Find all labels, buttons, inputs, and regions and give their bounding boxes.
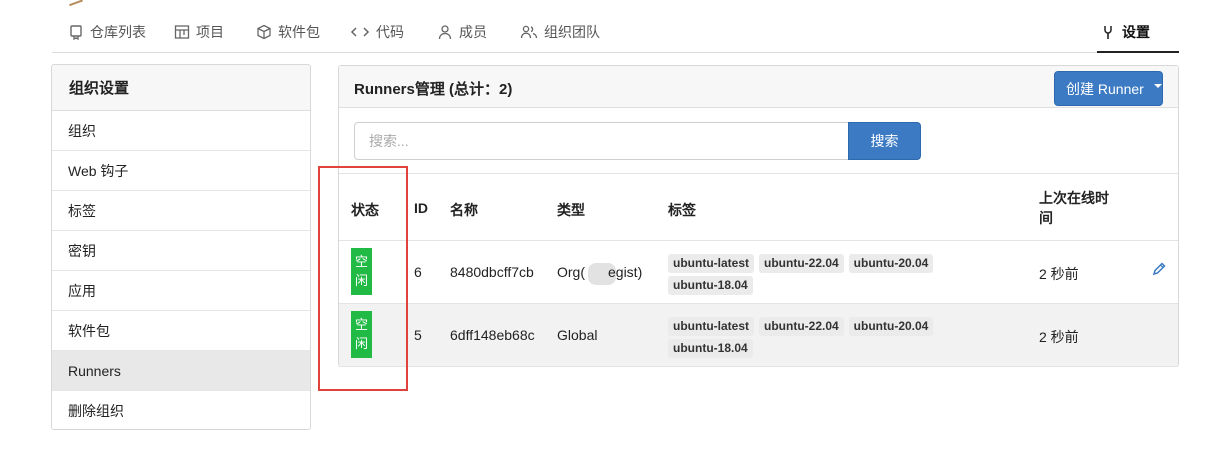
runner-name: 6dff148eb68c [450,327,535,343]
create-runner-button[interactable]: 创建 Runner [1054,71,1163,106]
table-header: 状态 ID 名称 类型 标签 上次在线时间 [339,173,1178,241]
runner-type-suffix: egist) [608,264,643,280]
edit-icon[interactable] [1151,261,1167,277]
runners-panel: Runners管理 (总计：2) 创建 Runner 搜索 状态 ID 名称 类… [338,65,1179,367]
runner-labels: ubuntu-latest ubuntu-22.04 ubuntu-20.04 … [668,317,938,358]
col-id[interactable]: ID [414,200,428,216]
runners-panel-header: Runners管理 (总计：2) 创建 Runner [339,66,1178,108]
sidebar-item-org[interactable]: 组织 [52,111,310,151]
sidebar-item-labels[interactable]: 标签 [52,191,310,231]
nav-repo-list[interactable]: 仓库列表 [68,20,146,44]
runner-name: 8480dbcff7cb [450,264,534,280]
runner-labels: ubuntu-latest ubuntu-22.04 ubuntu-20.04 … [668,254,938,295]
project-icon [174,24,190,40]
nav-projects-label: 项目 [196,24,224,40]
org-top-nav: 仓库列表 项目 软件包 代码 成员 组织团队 设置 [52,0,1179,53]
runner-id: 5 [414,327,422,343]
sidebar-item-secrets[interactable]: 密钥 [52,231,310,271]
create-runner-label: 创建 Runner [1066,80,1144,97]
team-icon [520,24,538,40]
code-icon [350,24,370,40]
nav-code-label: 代码 [376,24,404,40]
col-name[interactable]: 名称 [450,200,478,220]
nav-code[interactable]: 代码 [350,20,404,44]
nav-teams[interactable]: 组织团队 [520,20,600,44]
member-icon [437,24,453,40]
label-tag: ubuntu-22.04 [759,317,844,336]
sidebar-item-delete-org[interactable]: 删除组织 [52,391,310,429]
runner-type: Org( [557,264,585,280]
nav-teams-label: 组织团队 [544,24,600,40]
org-settings-sidebar: 组织设置 组织 Web 钩子 标签 密钥 应用 软件包 Runners 删除组织 [51,64,311,430]
col-labels[interactable]: 标签 [668,200,696,220]
label-tag: ubuntu-latest [668,317,754,336]
sidebar-item-applications[interactable]: 应用 [52,271,310,311]
label-tag: ubuntu-18.04 [668,276,753,295]
logo-fragment [67,0,83,7]
sidebar-item-packages[interactable]: 软件包 [52,311,310,351]
label-tag: ubuntu-18.04 [668,339,753,358]
last-online: 2 秒前 [1039,266,1079,282]
table-row: 空闲 5 6dff148eb68c Global ubuntu-latest u… [339,304,1178,367]
nav-projects[interactable]: 项目 [174,20,224,44]
nav-settings-label: 设置 [1122,24,1150,40]
last-online: 2 秒前 [1039,329,1079,345]
package-icon [256,24,272,40]
label-tag: ubuntu-22.04 [759,254,844,273]
status-column-highlight [318,166,408,391]
label-tag: ubuntu-latest [668,254,754,273]
nav-packages[interactable]: 软件包 [256,20,320,44]
sidebar-title: 组织设置 [52,65,310,111]
caret-down-icon [1153,83,1162,88]
col-last-online[interactable]: 上次在线时间 [1039,188,1119,228]
search-input[interactable] [354,122,850,160]
sidebar-item-runners[interactable]: Runners [52,351,310,391]
col-type[interactable]: 类型 [557,200,585,220]
label-tag: ubuntu-20.04 [848,317,934,336]
repo-list-icon [68,24,84,41]
tool-icon [1100,24,1116,40]
nav-settings[interactable]: 设置 [1100,20,1150,44]
nav-members-label: 成员 [459,24,487,40]
runners-table: 状态 ID 名称 类型 标签 上次在线时间 空闲 6 8480dbcff7cb … [339,173,1178,367]
runners-panel-title: Runners管理 (总计：2) [354,81,513,98]
active-tab-underline [1097,51,1179,53]
table-row: 空闲 6 8480dbcff7cb Org( egist) ubuntu-lat… [339,241,1178,304]
runner-id: 6 [414,264,422,280]
nav-repo-list-label: 仓库列表 [90,24,146,40]
label-tag: ubuntu-20.04 [848,254,934,273]
sidebar-item-webhooks[interactable]: Web 钩子 [52,151,310,191]
nav-members[interactable]: 成员 [437,20,487,44]
runner-type: Global [557,327,598,343]
search-button[interactable]: 搜索 [848,122,921,160]
nav-packages-label: 软件包 [278,24,320,40]
